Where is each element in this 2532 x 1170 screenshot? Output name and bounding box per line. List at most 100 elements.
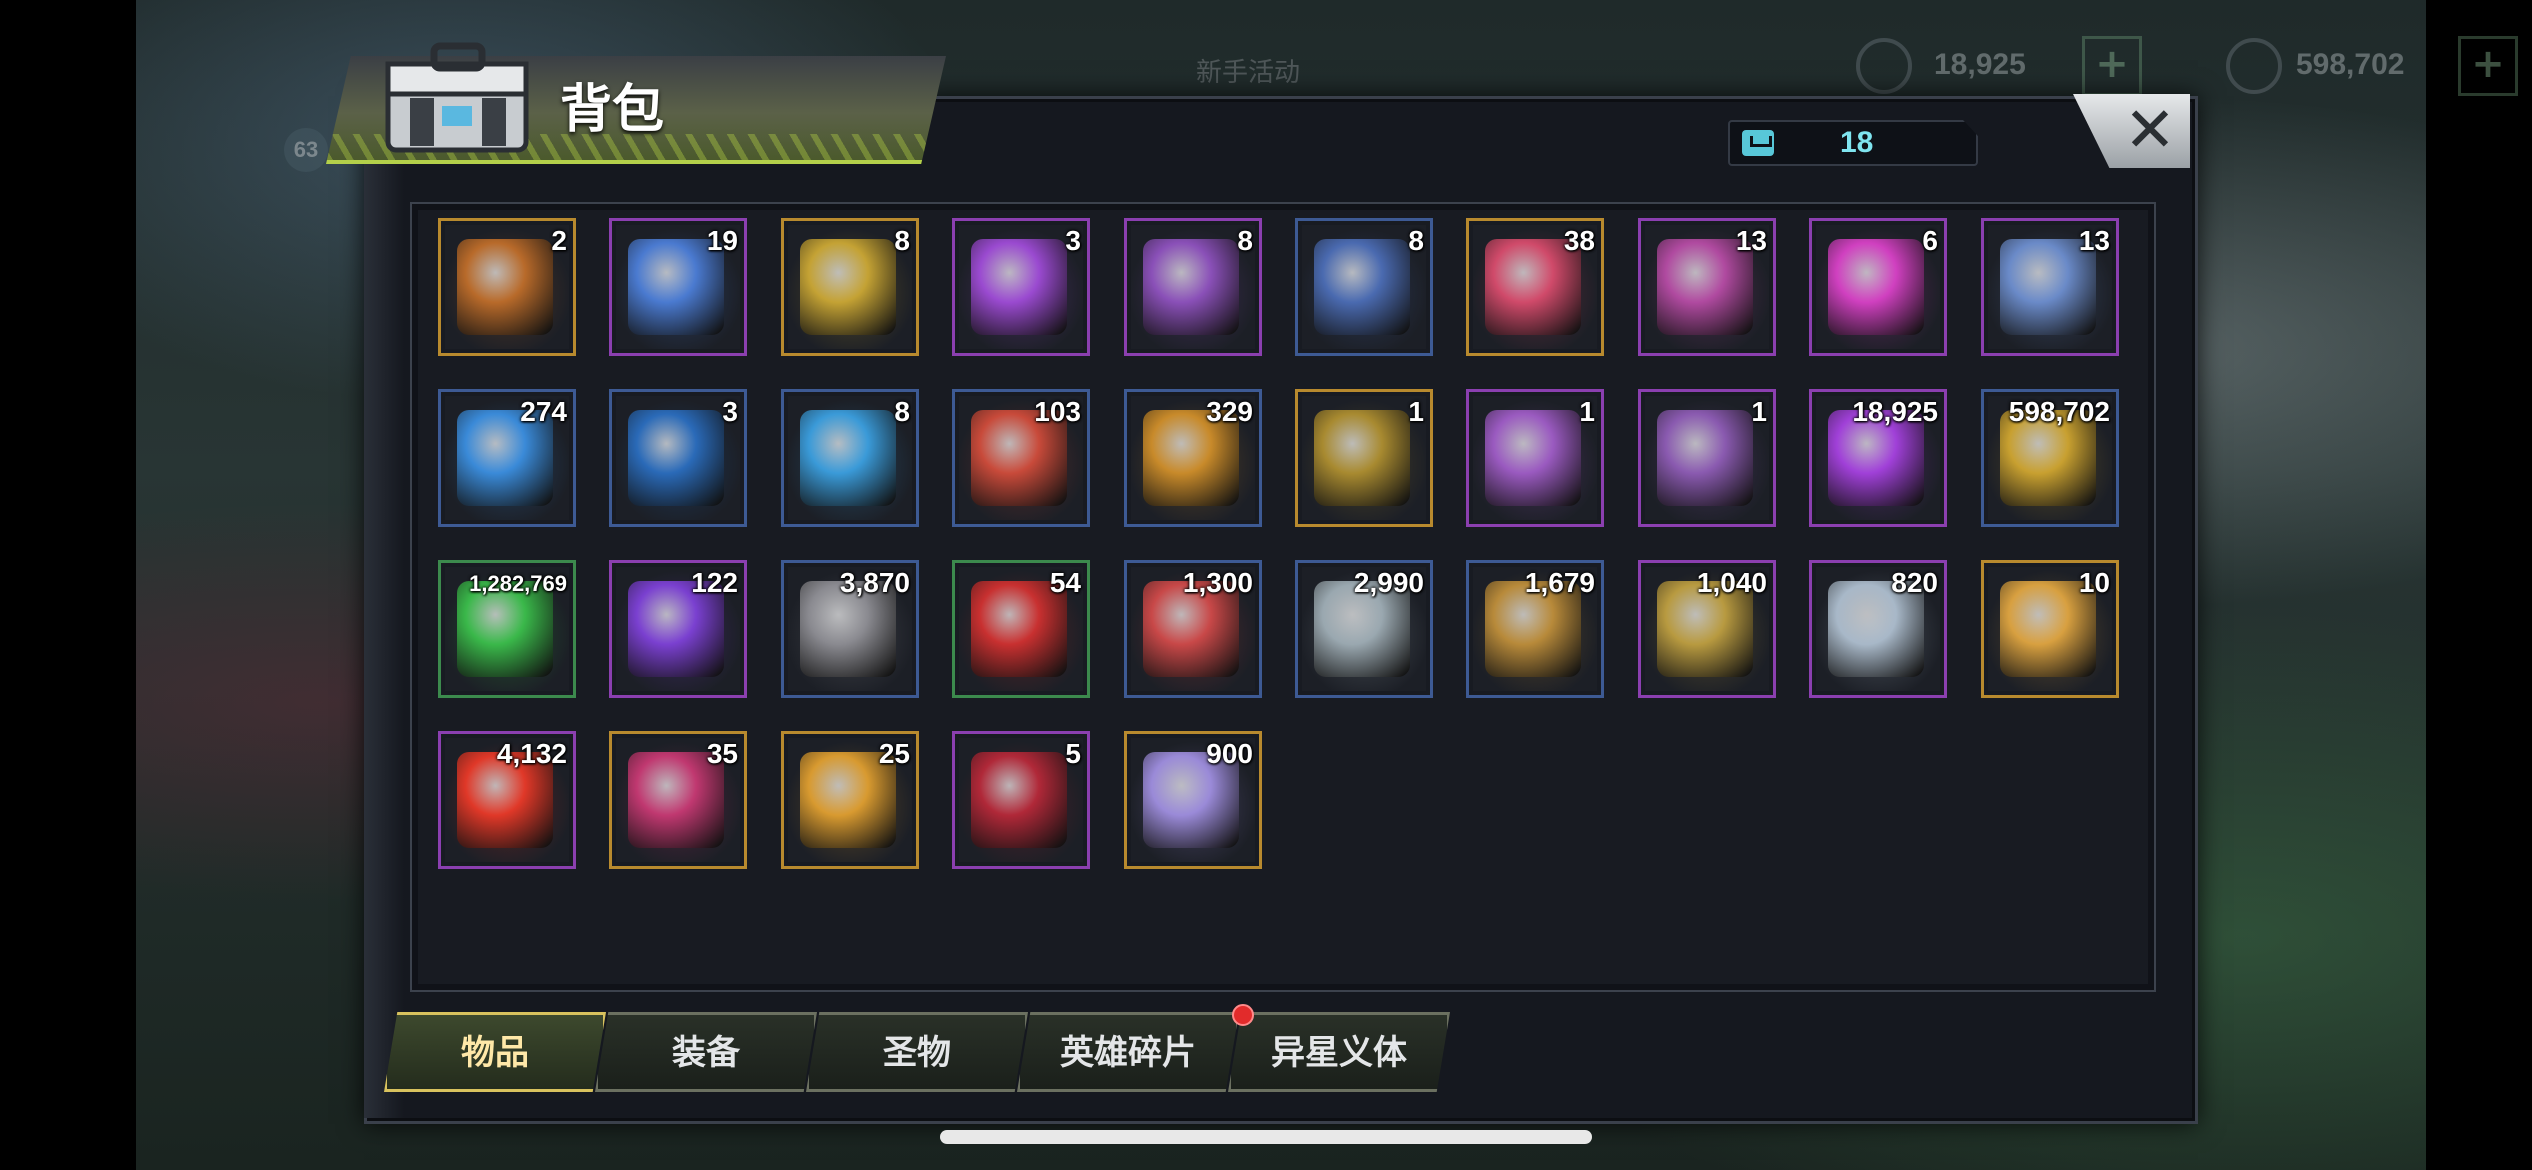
resource-1-value: 18,925 [1934, 48, 2026, 81]
panel-edge [364, 96, 404, 1118]
item-quantity: 329 [1206, 396, 1253, 427]
item-quantity: 38 [1563, 225, 1595, 256]
close-icon: ✕ [2124, 93, 2176, 166]
home-indicator[interactable] [940, 1130, 1592, 1144]
item-quantity: 3,870 [839, 567, 910, 598]
capacity-value: 18 [1840, 126, 1874, 159]
item-slot[interactable]: 25 [781, 731, 919, 869]
tab-relics[interactable]: 圣物 [806, 1012, 1028, 1092]
item-slot[interactable]: 54 [952, 560, 1090, 698]
item-quantity: 274 [520, 396, 567, 427]
item-quantity: 1 [1751, 396, 1767, 427]
category-tabs: 物品 装备 圣物 英雄碎片 异星义体 [384, 1012, 1464, 1096]
tab-alien-implants[interactable]: 异星义体 [1228, 1012, 1450, 1092]
item-quantity: 10 [2078, 567, 2110, 598]
item-slot[interactable]: 8 [1295, 218, 1433, 356]
item-quantity: 3 [722, 396, 738, 427]
item-slot[interactable]: 1 [1638, 389, 1776, 527]
item-slot[interactable]: 1,300 [1124, 560, 1262, 698]
item-slot[interactable]: 274 [438, 389, 576, 527]
storage-icon [1742, 130, 1774, 156]
resource-2-value: 598,702 [2296, 48, 2405, 81]
item-quantity: 1 [1408, 396, 1424, 427]
item-slot[interactable]: 8 [781, 389, 919, 527]
item-quantity: 35 [706, 738, 738, 769]
item-slot[interactable]: 3 [609, 389, 747, 527]
item-slot[interactable]: 103 [952, 389, 1090, 527]
purple-gold-12h-card-icon [1143, 239, 1239, 335]
hero-shards-notification-dot [1232, 1004, 1254, 1026]
item-quantity: 8 [1237, 225, 1253, 256]
supply-chest-icon [457, 239, 553, 335]
item-quantity: 2 [551, 225, 567, 256]
item-slot[interactable]: 820 [1809, 560, 1947, 698]
blue-bottle-cap-icon [800, 410, 896, 506]
item-quantity: 6 [1922, 225, 1938, 256]
gold-24h-shield-card-icon [800, 239, 896, 335]
gold-blueprint-icon [1314, 410, 1410, 506]
item-quantity: 1,040 [1696, 567, 1767, 598]
item-quantity: 598,702 [2008, 396, 2110, 427]
purple-12h-card-icon [971, 239, 1067, 335]
item-slot[interactable]: 122 [609, 560, 747, 698]
item-slot[interactable]: 1,679 [1466, 560, 1604, 698]
item-quantity: 18,925 [1852, 396, 1938, 427]
item-slot[interactable]: 8 [781, 218, 919, 356]
tab-equipment[interactable]: 装备 [595, 1012, 817, 1092]
item-slot[interactable]: 6 [1809, 218, 1947, 356]
item-slot[interactable]: 4,132 [438, 731, 576, 869]
item-slot[interactable]: 3 [952, 218, 1090, 356]
item-quantity: 3 [1065, 225, 1081, 256]
item-quantity: 25 [878, 738, 910, 769]
item-quantity: 5 [1065, 738, 1081, 769]
item-quantity: 8 [894, 225, 910, 256]
item-slot[interactable]: 2 [438, 218, 576, 356]
resource-1-add-button: + [2082, 36, 2142, 96]
item-slot[interactable]: 3,870 [781, 560, 919, 698]
capacity-counter: 18 [1728, 120, 1978, 166]
item-slot[interactable]: 5 [952, 731, 1090, 869]
item-quantity: 4,132 [496, 738, 567, 769]
item-quantity: 8 [894, 396, 910, 427]
pink-bottle-cap-icon [1828, 239, 1924, 335]
item-quantity: 1 [1579, 396, 1595, 427]
item-slot[interactable]: 1,282,769 [438, 560, 576, 698]
item-quantity: 54 [1049, 567, 1081, 598]
item-slot[interactable]: 1 [1295, 389, 1433, 527]
item-quantity: 103 [1034, 396, 1081, 427]
item-slot[interactable]: 13 [1638, 218, 1776, 356]
item-slot[interactable]: 329 [1124, 389, 1262, 527]
item-slot[interactable]: 38 [1466, 218, 1604, 356]
resource-2-icon [2226, 38, 2282, 94]
red-hex-core-icon [971, 752, 1067, 848]
item-slot[interactable]: 13 [1981, 218, 2119, 356]
item-slot[interactable]: 1 [1466, 389, 1604, 527]
item-quantity: 820 [1891, 567, 1938, 598]
window-title: 背包 [560, 80, 665, 140]
item-slot[interactable]: 19 [609, 218, 747, 356]
item-quantity: 1,282,769 [469, 571, 567, 596]
item-quantity: 122 [691, 567, 738, 598]
item-slot[interactable]: 598,702 [1981, 389, 2119, 527]
item-slot[interactable]: 10 [1981, 560, 2119, 698]
tab-hero-shards[interactable]: 英雄碎片 [1017, 1012, 1239, 1092]
event-label: 新手活动 [1196, 58, 1301, 88]
blue-4h-card-icon [1314, 239, 1410, 335]
purple-blueprint-icon [1657, 410, 1753, 506]
item-slot[interactable]: 18,925 [1809, 389, 1947, 527]
resource-1-icon [1856, 38, 1912, 94]
item-quantity: 900 [1206, 738, 1253, 769]
item-slot[interactable]: 8 [1124, 218, 1262, 356]
speedup-timer-icon [628, 410, 724, 506]
item-slot[interactable]: 900 [1124, 731, 1262, 869]
purple-boot-blueprint-icon [1485, 410, 1581, 506]
resource-bar: 18,925 + 598,702 + [1856, 30, 2518, 100]
tab-items[interactable]: 物品 [384, 1012, 606, 1092]
item-quantity: 8 [1408, 225, 1424, 256]
item-slot[interactable]: 35 [609, 731, 747, 869]
item-slot[interactable]: 2,990 [1295, 560, 1433, 698]
item-quantity: 19 [706, 225, 738, 256]
item-quantity: 2,990 [1353, 567, 1424, 598]
item-slot[interactable]: 1,040 [1638, 560, 1776, 698]
player-level-badge: 63 [284, 128, 328, 172]
